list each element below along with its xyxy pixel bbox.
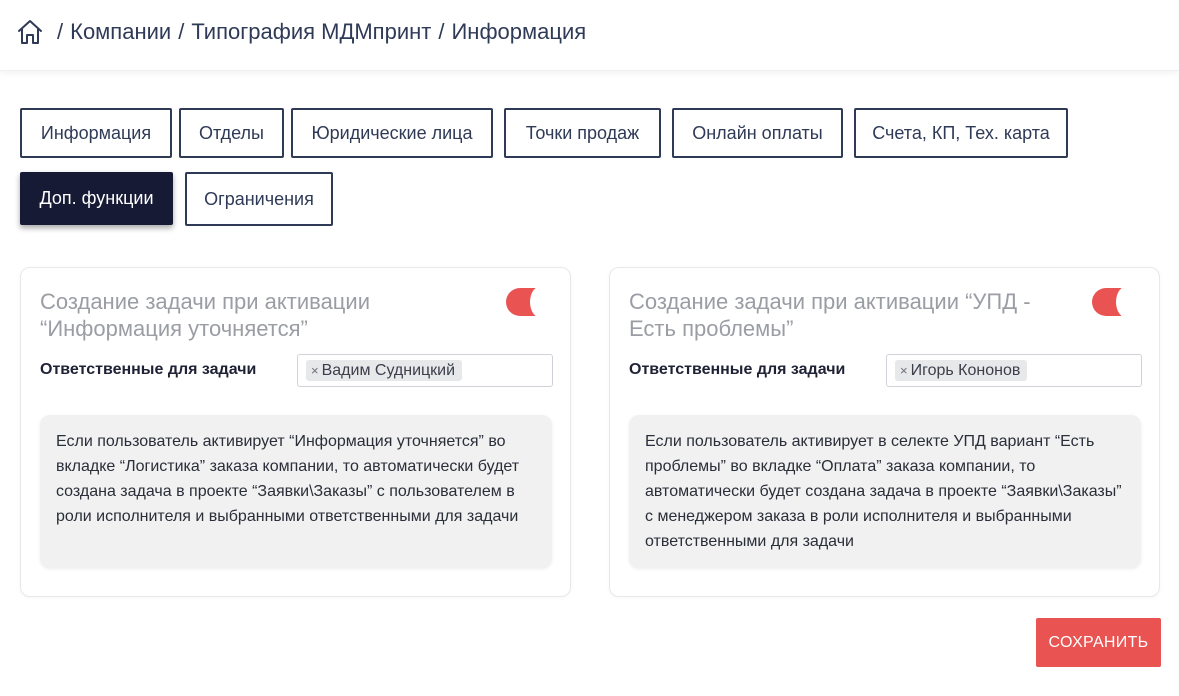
home-icon[interactable] xyxy=(16,18,44,46)
responsible-label: Ответственные для задачи xyxy=(40,361,257,378)
tab-online-payments[interactable]: Онлайн оплаты xyxy=(672,108,843,158)
task-card-info-clarify: Создание задачи при активации “Информаци… xyxy=(20,267,571,597)
responsible-select[interactable]: × Игорь Кононов xyxy=(886,354,1142,387)
breadcrumb-separator: / xyxy=(57,19,64,44)
toggle-switch[interactable] xyxy=(1092,286,1138,318)
breadcrumb-companies[interactable]: Компании xyxy=(70,19,171,45)
task-card-upd-problems: Создание задачи при активации “УПД - Ест… xyxy=(609,267,1160,597)
tab-extra-functions[interactable]: Доп. функции xyxy=(20,172,173,225)
card-title: Создание задачи при активации “Информаци… xyxy=(40,289,370,341)
selected-chip: × Вадим Судницкий xyxy=(306,360,463,381)
close-icon[interactable]: × xyxy=(311,363,319,378)
toggle-knob xyxy=(1116,286,1138,318)
info-box: Если пользователь активирует в селекте У… xyxy=(629,415,1141,568)
responsible-select[interactable]: × Вадим Судницкий xyxy=(297,354,553,387)
tab-legal-entities[interactable]: Юридические лица xyxy=(291,108,493,158)
toggle-knob xyxy=(530,286,552,318)
toggle-switch[interactable] xyxy=(506,286,552,318)
chip-label: Вадим Судницкий xyxy=(321,361,456,379)
tab-invoices[interactable]: Счета, КП, Тех. карта xyxy=(854,108,1068,158)
responsible-label: Ответственные для задачи xyxy=(629,361,846,378)
breadcrumb: / Компании / Типография МДМпринт / Инфор… xyxy=(16,18,586,46)
breadcrumb-company[interactable]: Типография МДМпринт xyxy=(191,19,431,45)
info-box: Если пользователь активирует “Информация… xyxy=(40,415,552,568)
card-title: Создание задачи при активации “УПД - Ест… xyxy=(629,289,1031,341)
breadcrumb-current: Информация xyxy=(451,19,587,44)
selected-chip: × Игорь Кононов xyxy=(895,360,1028,381)
breadcrumb-separator: / xyxy=(438,19,445,44)
tab-sales-points[interactable]: Точки продаж xyxy=(504,108,661,158)
tab-restrictions[interactable]: Ограничения xyxy=(185,172,333,226)
save-button[interactable]: СОХРАНИТЬ xyxy=(1036,618,1161,667)
close-icon[interactable]: × xyxy=(900,363,908,378)
tab-info[interactable]: Информация xyxy=(20,108,172,158)
breadcrumb-separator: / xyxy=(178,19,185,44)
tab-departments[interactable]: Отделы xyxy=(179,108,284,158)
top-bar: / Компании / Типография МДМпринт / Инфор… xyxy=(0,0,1179,71)
chip-label: Игорь Кононов xyxy=(910,361,1021,379)
